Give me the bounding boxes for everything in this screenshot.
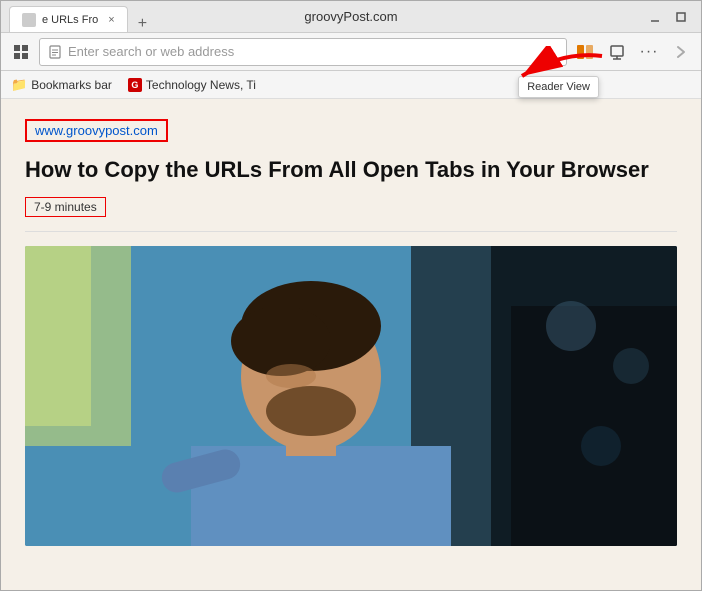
forward-icon	[675, 45, 687, 59]
article-hero-image	[25, 246, 677, 546]
hero-svg	[25, 246, 677, 546]
maximize-button[interactable]	[669, 5, 693, 29]
tab-favicon	[22, 13, 36, 27]
new-tab-button[interactable]: +	[134, 16, 151, 32]
bookmark-item-tech[interactable]: G Technology News, Ti	[124, 76, 260, 94]
page-icon	[48, 45, 62, 59]
bookmarks-bar-text: Bookmarks bar	[31, 78, 112, 92]
reader-view-button[interactable]: Reader View	[571, 38, 599, 66]
bookmarks-folder-icon: 📁	[11, 77, 27, 93]
active-tab[interactable]: e URLs Fro ×	[9, 6, 128, 32]
search-input[interactable]	[68, 44, 558, 59]
article-title: How to Copy the URLs From All Open Tabs …	[25, 156, 677, 185]
title-bar: e URLs Fro × + groovyPost.com	[1, 1, 701, 33]
bookmarks-bar-label: 📁 Bookmarks bar	[7, 75, 116, 95]
grid-button[interactable]	[7, 38, 35, 66]
article-divider	[25, 231, 677, 232]
nav-bar: Reader View ···	[1, 33, 701, 71]
title-center: groovyPost.com	[304, 9, 397, 24]
page-content: www.groovypost.com How to Copy the URLs …	[1, 99, 701, 590]
forward-button[interactable]	[667, 38, 695, 66]
browser-window: e URLs Fro × + groovyPost.com	[0, 0, 702, 591]
pocket-button[interactable]	[603, 38, 631, 66]
grid-icon	[13, 44, 29, 60]
address-bar[interactable]	[39, 38, 567, 66]
bookmark-favicon: G	[128, 78, 142, 92]
site-url-badge: www.groovypost.com	[25, 119, 168, 142]
reader-view-icon	[575, 42, 595, 62]
share-icon	[609, 44, 625, 60]
reader-view-tooltip: Reader View	[518, 76, 599, 98]
bookmark-title: Technology News, Ti	[146, 78, 256, 92]
more-icon: ···	[640, 43, 659, 61]
read-time-badge: 7-9 minutes	[25, 197, 106, 217]
tab-close-button[interactable]: ×	[108, 14, 114, 26]
window-controls	[643, 5, 693, 29]
tab-title: e URLs Fro	[42, 14, 98, 26]
more-button[interactable]: ···	[635, 38, 663, 66]
minimize-button[interactable]	[643, 5, 667, 29]
